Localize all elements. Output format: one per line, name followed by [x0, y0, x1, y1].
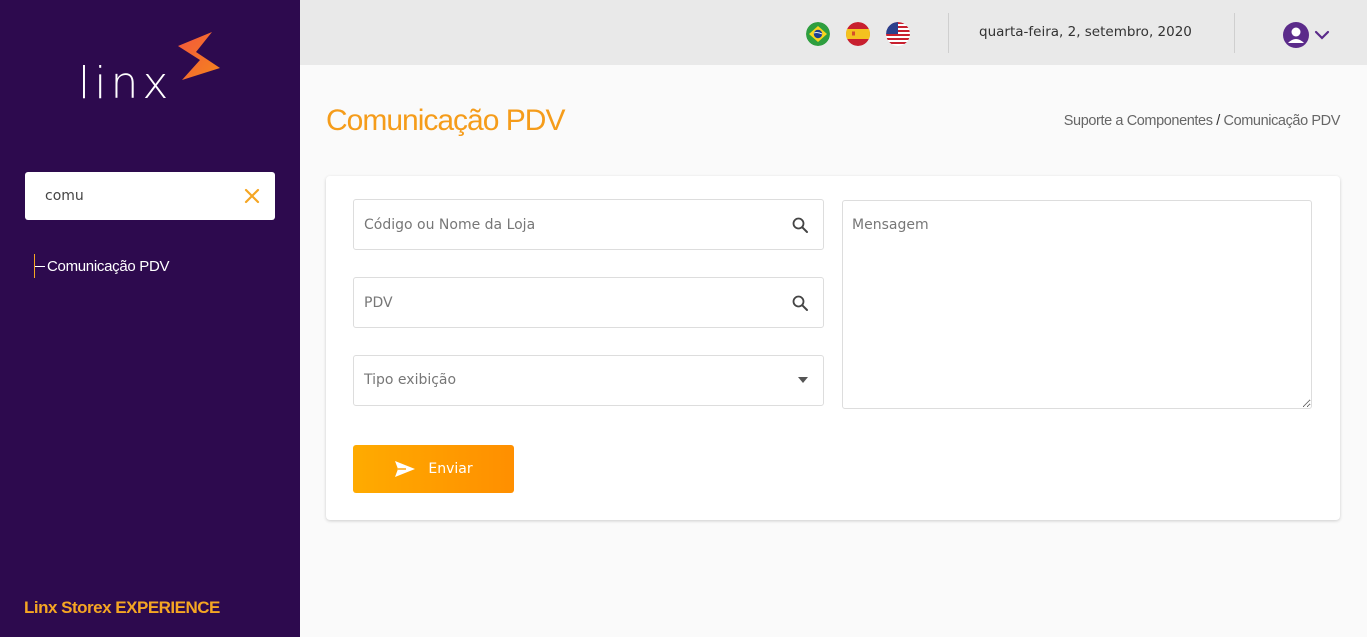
brand-footer: Linx Storex EXPERIENCE	[24, 598, 220, 617]
form-card: Tipo exibição Enviar	[326, 176, 1340, 520]
close-icon[interactable]	[243, 187, 261, 205]
message-textarea[interactable]	[842, 200, 1312, 409]
breadcrumb-parent[interactable]: Suporte a Componentes	[1064, 113, 1213, 129]
logo-mark-icon	[178, 32, 220, 80]
search-icon[interactable]	[791, 216, 809, 234]
sidebar-item-label: Comunicação PDV	[47, 257, 170, 275]
menu-tree-connector	[35, 265, 45, 267]
flag-spain-icon[interactable]	[846, 22, 870, 46]
send-icon	[395, 461, 416, 477]
flag-brazil-icon[interactable]	[806, 22, 830, 46]
flag-usa-icon[interactable]	[886, 22, 910, 46]
header-divider	[948, 13, 949, 53]
header-divider	[1234, 13, 1235, 53]
page-title: Comunicação PDV	[326, 104, 565, 137]
menu-search-box	[25, 172, 275, 220]
top-bar: quarta-feira, 2, setembro, 2020	[300, 0, 1367, 65]
send-button[interactable]: Enviar	[353, 445, 514, 493]
store-input[interactable]	[364, 200, 774, 249]
display-type-placeholder: Tipo exibição	[364, 372, 457, 388]
store-field	[353, 199, 824, 250]
menu-search-input[interactable]	[45, 185, 235, 207]
user-circle-icon	[1283, 22, 1309, 48]
send-button-label: Enviar	[428, 461, 473, 477]
breadcrumb-separator: /	[1216, 113, 1220, 129]
search-icon[interactable]	[791, 294, 809, 312]
sidebar: linx Comunicação PDV Linx Storex EXPERIE…	[0, 0, 300, 637]
chevron-down-icon	[1314, 30, 1330, 40]
linx-logo[interactable]: linx	[78, 30, 228, 120]
current-date: quarta-feira, 2, setembro, 2020	[979, 24, 1192, 40]
breadcrumb: Suporte a Componentes / Comunicação PDV	[1064, 113, 1341, 129]
pdv-input[interactable]	[364, 278, 774, 327]
sidebar-item-comunicacao-pdv[interactable]: Comunicação PDV	[34, 254, 170, 278]
caret-down-icon	[798, 377, 808, 383]
breadcrumb-current: Comunicação PDV	[1223, 113, 1341, 129]
display-type-field[interactable]: Tipo exibição	[353, 355, 824, 406]
pdv-field	[353, 277, 824, 328]
user-menu-button[interactable]	[1282, 21, 1332, 49]
logo-text: linx	[78, 58, 173, 109]
